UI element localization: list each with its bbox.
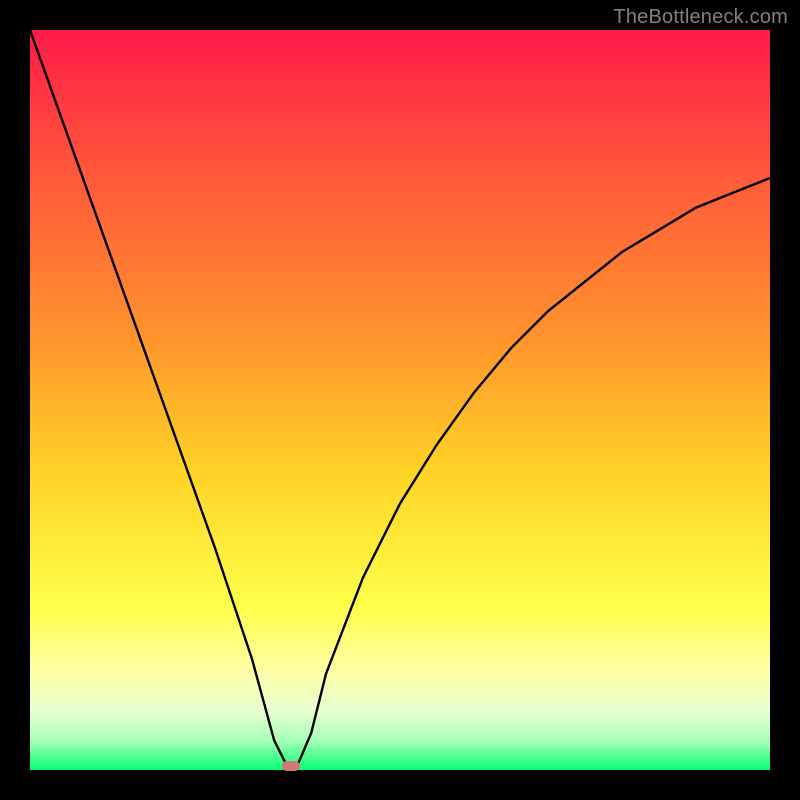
bottleneck-curve [30,30,770,770]
watermark-text: TheBottleneck.com [613,6,788,29]
plot-area [30,30,770,770]
optimal-point-marker [282,761,300,771]
chart-frame: TheBottleneck.com [0,0,800,800]
curve-layer [30,30,770,770]
